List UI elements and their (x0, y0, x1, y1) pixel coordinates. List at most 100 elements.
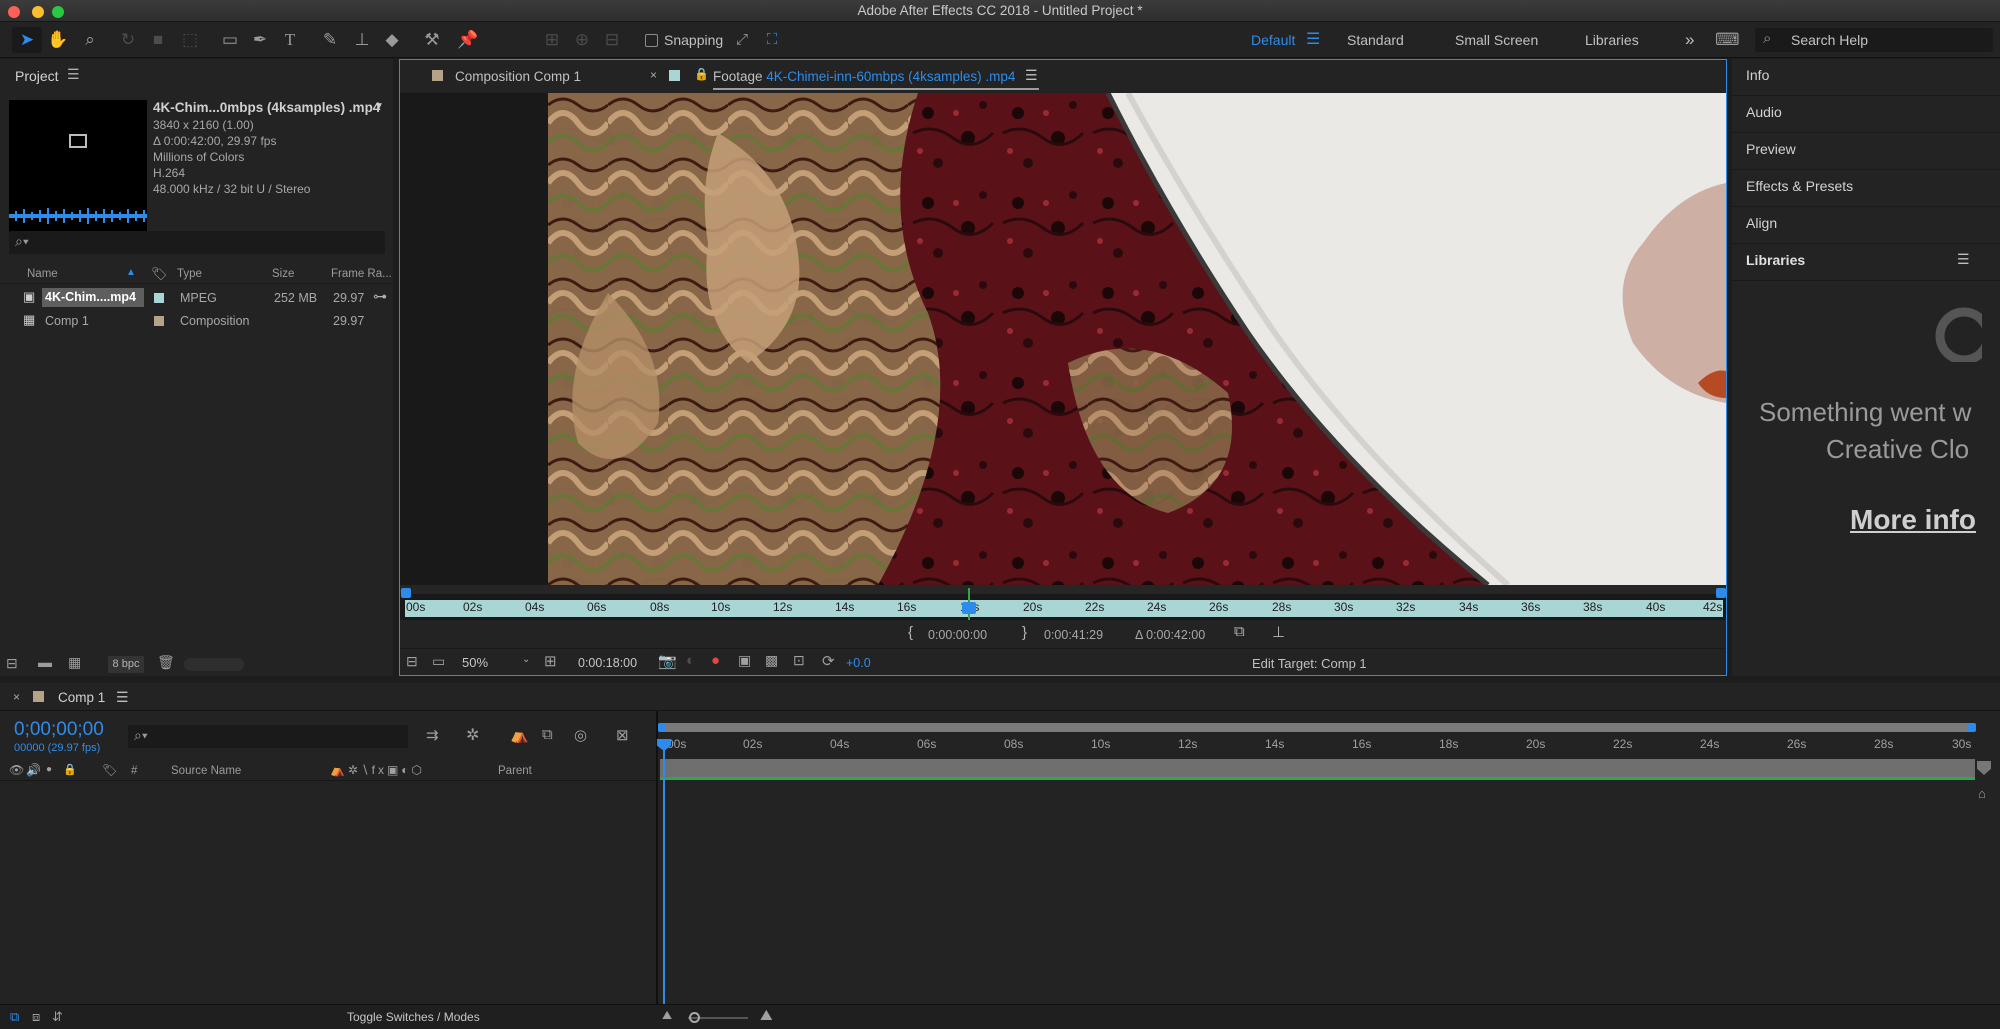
brush-tool-icon[interactable]: ✎ (318, 28, 342, 52)
comp-duration-bar[interactable] (660, 759, 1975, 779)
set-in-point-icon[interactable]: { (908, 624, 913, 641)
sync-settings-icon[interactable]: ⌨ (1715, 28, 1740, 52)
solo-icon[interactable]: ● (46, 764, 52, 775)
monitor-icon[interactable]: ▭ (432, 653, 445, 670)
selection-tool-icon[interactable]: ➤ (15, 28, 39, 52)
more-workspaces-icon[interactable]: » (1685, 22, 1694, 58)
panel-effects-presets[interactable]: Effects & Presets (1746, 178, 1853, 194)
show-channel-icon[interactable]: ● (711, 652, 720, 669)
close-window-button[interactable] (8, 6, 20, 18)
out-point-handle[interactable] (1716, 588, 1726, 598)
thumbnail-slider[interactable] (184, 658, 244, 671)
column-frame-rate[interactable]: Frame Ra... (331, 268, 392, 280)
rotate-tool-icon[interactable]: ↻ (116, 28, 140, 52)
lock-icon[interactable]: 🔒 (63, 763, 77, 776)
pen-tool-icon[interactable]: ✒ (248, 28, 272, 52)
eraser-tool-icon[interactable]: ◆ (380, 28, 404, 52)
viewer-time-ruler[interactable]: 00s 02s 04s 06s 08s 10s 12s 14s 16s 18s … (405, 600, 1723, 617)
zoom-window-button[interactable] (52, 6, 64, 18)
comp-mini-flowchart-icon[interactable]: ⇉ (426, 726, 439, 744)
zoom-tool-icon[interactable]: ⌕ (78, 28, 102, 52)
in-point-time[interactable]: 0:00:00:00 (928, 628, 987, 642)
motion-blur-icon[interactable]: ◎ (574, 726, 587, 744)
flowchart-icon[interactable]: ⊶ (373, 288, 387, 305)
current-time-indicator[interactable] (962, 602, 976, 614)
transparency-grid-icon[interactable]: ▩ (765, 652, 778, 669)
comp-end-marker[interactable] (1977, 761, 1991, 775)
ripple-insert-edit-icon[interactable]: ⧉ (1234, 623, 1245, 640)
libraries-menu-icon[interactable]: ☰ (1957, 251, 1970, 268)
snap-edges-icon[interactable]: ⤢ (730, 28, 754, 52)
clone-stamp-tool-icon[interactable]: ⊥ (350, 28, 374, 52)
panel-audio[interactable]: Audio (1746, 104, 1782, 120)
workspace-libraries[interactable]: Libraries (1585, 22, 1639, 58)
minimize-window-button[interactable] (32, 6, 44, 18)
new-folder-icon[interactable]: ▬ (38, 654, 52, 670)
timeline-menu-icon[interactable]: ☰ (116, 689, 129, 706)
reset-exposure-icon[interactable]: ⟳ (822, 652, 835, 670)
new-composition-icon[interactable]: ▦ (68, 654, 81, 671)
workspace-standard[interactable]: Standard (1347, 22, 1404, 58)
audio-icon[interactable]: 🔊 (26, 763, 41, 777)
modes-icon[interactable]: ⧈ (32, 1009, 40, 1025)
trash-icon[interactable]: 🗑 (157, 654, 175, 671)
timeline-zoom-slider-knob[interactable] (689, 1012, 700, 1023)
graph-editor-icon[interactable]: ⊠ (616, 726, 629, 744)
exposure-value[interactable]: +0.0 (846, 656, 871, 670)
tab-menu-icon[interactable]: ☰ (1025, 67, 1038, 84)
zoom-in-icon[interactable]: ⛰ (760, 1007, 773, 1024)
in-point-handle[interactable] (401, 588, 411, 598)
camera-tool-icon[interactable]: ■ (146, 28, 170, 52)
column-source-name[interactable]: Source Name (171, 765, 241, 777)
set-out-point-icon[interactable]: } (1022, 624, 1027, 641)
eye-icon[interactable]: 👁 (9, 763, 24, 777)
project-item-row[interactable]: ▦ Comp 1 Composition 29.97 (0, 310, 393, 332)
frame-blending-icon[interactable]: ⧉ (542, 726, 553, 743)
zoom-out-icon[interactable]: ⛰ (662, 1008, 672, 1023)
sort-ascending-icon[interactable]: ▲ (126, 267, 136, 278)
footage-name[interactable]: 4K-Chim...0mbps (4ksamples) .mp4 (153, 100, 380, 115)
close-tab-icon[interactable]: × (650, 68, 657, 82)
work-area-end-handle[interactable] (1968, 723, 1976, 732)
fit-view-icon[interactable]: ⊡ (793, 652, 805, 669)
rectangle-tool-icon[interactable]: ▭ (218, 28, 242, 52)
label-tag-icon[interactable]: 🏷 (102, 763, 117, 777)
work-area-bar[interactable] (660, 723, 1975, 732)
viewer-current-time[interactable]: 0:00:18:00 (578, 656, 637, 670)
hand-tool-icon[interactable]: ✋ (46, 28, 70, 52)
type-tool-icon[interactable]: T (278, 28, 302, 52)
in-out-icon[interactable]: ⇵ (52, 1009, 63, 1025)
region-of-interest-icon[interactable]: ▣ (738, 652, 751, 669)
snapshot-camera-icon[interactable]: 📷 (658, 652, 677, 670)
column-type[interactable]: Type (177, 268, 202, 280)
toggle-switches-modes-button[interactable]: Toggle Switches / Modes (347, 1010, 480, 1024)
project-search-input[interactable]: ⌕▾ (9, 231, 385, 254)
project-item-row[interactable]: ▣ 4K-Chim....mp4 MPEG 252 MB 29.97 ⊶ (0, 287, 393, 309)
panel-align[interactable]: Align (1746, 215, 1777, 231)
overlay-edit-icon[interactable]: ⊥ (1272, 623, 1285, 641)
panel-preview[interactable]: Preview (1746, 141, 1796, 157)
close-tab-icon[interactable]: × (13, 690, 20, 704)
footage-dropdown-icon[interactable]: ▼ (374, 101, 384, 112)
timeline-ruler[interactable]: 00s 02s 04s 06s 08s 10s 12s 14s 16s 18s … (660, 735, 1975, 757)
panel-info[interactable]: Info (1746, 67, 1769, 83)
timeline-search-input[interactable]: ⌕▾ (128, 725, 408, 748)
label-tag-icon[interactable]: 🏷 (151, 266, 168, 282)
comp-button-icon[interactable]: ⌂ (1978, 786, 1986, 801)
view-axis-icon[interactable]: ⊟ (600, 28, 624, 52)
interpret-footage-icon[interactable]: ⊟ (6, 655, 18, 672)
layer-switches-icon[interactable]: ⧉ (10, 1009, 19, 1025)
always-preview-icon[interactable]: ⊟ (406, 653, 418, 670)
work-area-start-handle[interactable] (658, 723, 666, 732)
tab-comp-1[interactable]: Comp 1 (58, 690, 105, 705)
column-size[interactable]: Size (272, 268, 294, 280)
puppet-pin-tool-icon[interactable]: 📌 (456, 28, 480, 52)
label-color-swatch[interactable] (154, 293, 164, 303)
workspace-menu-icon[interactable]: ☰ (1306, 22, 1320, 58)
shy-layers-icon[interactable]: ⛺ (510, 726, 529, 744)
search-help-field[interactable]: ⌕ Search Help (1755, 28, 1993, 52)
zoom-dropdown[interactable]: 50% ⌄ (458, 652, 534, 672)
pan-behind-tool-icon[interactable]: ⬚ (178, 28, 202, 52)
workspace-default[interactable]: Default (1251, 22, 1295, 58)
out-point-time[interactable]: 0:00:41:29 (1044, 628, 1103, 642)
